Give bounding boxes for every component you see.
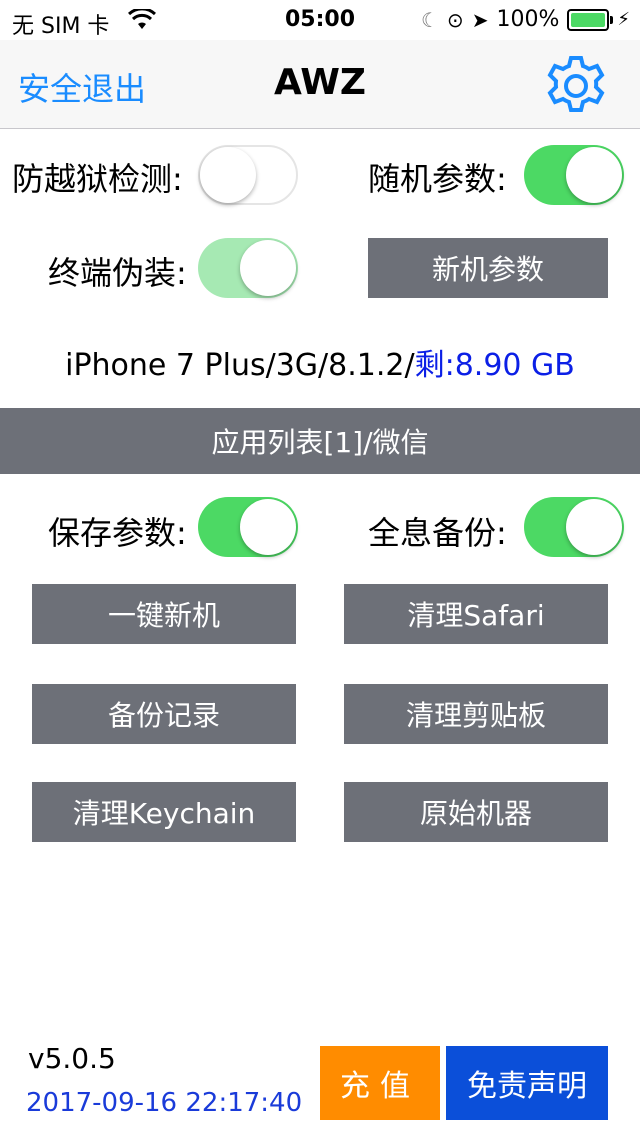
anti-jailbreak-label: 防越狱检测: bbox=[12, 160, 183, 198]
one-key-new-button[interactable]: 一键新机 bbox=[32, 584, 296, 644]
random-params-label: 随机参数: bbox=[368, 160, 507, 198]
location-arrow-icon: ➤ bbox=[471, 7, 489, 32]
switch-knob bbox=[240, 499, 296, 555]
clean-keychain-button[interactable]: 清理Keychain bbox=[32, 782, 296, 842]
switch-knob bbox=[566, 147, 622, 203]
remaining-storage: 剩:8.90 GB bbox=[414, 348, 575, 383]
version-label: v5.0.5 bbox=[28, 1042, 116, 1075]
terminal-disguise-label: 终端伪装: bbox=[48, 254, 187, 292]
app-list-banner[interactable]: 应用列表[1]/微信 bbox=[0, 408, 640, 474]
full-backup-label: 全息备份: bbox=[368, 514, 507, 552]
status-right: ☾ ⊙ ➤ 100% ⚡ bbox=[421, 7, 630, 32]
terminal-disguise-switch[interactable] bbox=[198, 238, 298, 298]
recharge-button[interactable]: 充值 bbox=[320, 1046, 440, 1120]
disclaimer-button[interactable]: 免责声明 bbox=[446, 1046, 608, 1120]
switch-knob bbox=[566, 499, 622, 555]
device-info: iPhone 7 Plus/3G/8.1.2/剩:8.90 GB bbox=[0, 340, 640, 384]
full-backup-switch[interactable] bbox=[524, 497, 624, 557]
device-info-text: iPhone 7 Plus/3G/8.1.2/ bbox=[65, 348, 415, 383]
timestamp-label: 2017-09-16 22:17:40 bbox=[26, 1088, 303, 1118]
battery-icon bbox=[567, 8, 614, 31]
save-params-switch[interactable] bbox=[198, 497, 298, 557]
rotation-lock-icon: ⊙ bbox=[446, 7, 464, 32]
charging-bolt-icon: ⚡ bbox=[617, 9, 630, 30]
clean-clipboard-button[interactable]: 清理剪贴板 bbox=[344, 684, 608, 744]
anti-jailbreak-switch[interactable] bbox=[198, 145, 298, 205]
battery-percent: 100% bbox=[496, 7, 560, 32]
random-params-switch[interactable] bbox=[524, 145, 624, 205]
original-device-button[interactable]: 原始机器 bbox=[344, 782, 608, 842]
switch-knob bbox=[200, 147, 256, 203]
status-bar: 无 SIM 卡 05:00 ☾ ⊙ ➤ 100% ⚡ bbox=[0, 0, 640, 40]
backup-records-button[interactable]: 备份记录 bbox=[32, 684, 296, 744]
clean-safari-button[interactable]: 清理Safari bbox=[344, 584, 608, 644]
new-device-params-button[interactable]: 新机参数 bbox=[368, 238, 608, 298]
gear-icon[interactable] bbox=[544, 54, 608, 118]
nav-bar: 安全退出 AWZ bbox=[0, 40, 640, 129]
moon-icon: ☾ bbox=[420, 7, 439, 32]
save-params-label: 保存参数: bbox=[48, 514, 187, 552]
switch-knob bbox=[240, 240, 296, 296]
